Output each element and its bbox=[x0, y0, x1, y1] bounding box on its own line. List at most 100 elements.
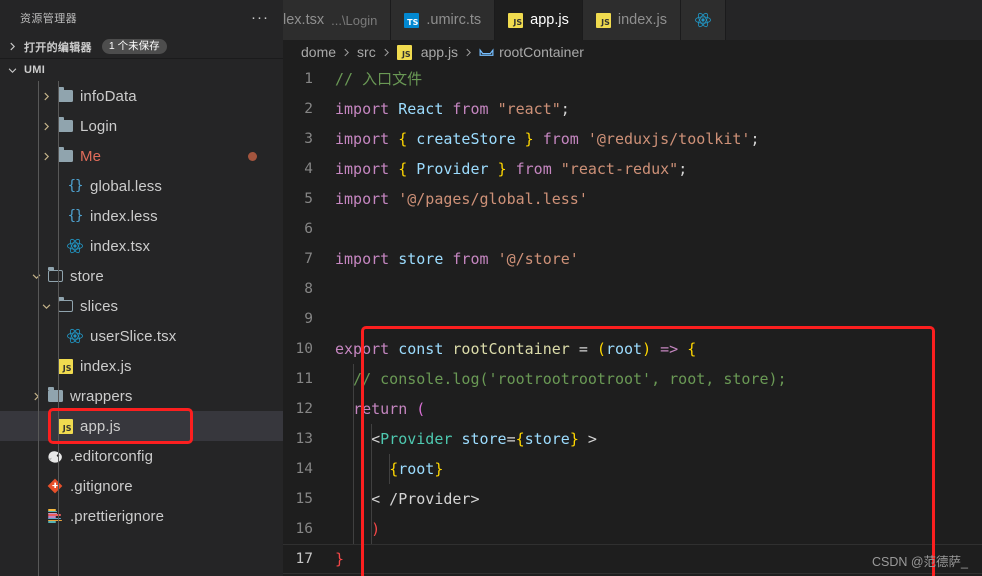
tree-item[interactable]: store bbox=[0, 261, 283, 291]
git-file-icon bbox=[44, 477, 66, 495]
indent-guide bbox=[389, 454, 390, 484]
code-line[interactable]: 5 import '@/pages/global.less' bbox=[283, 184, 982, 214]
tree-item[interactable]: Me bbox=[0, 141, 283, 171]
code-line[interactable]: 2 import React from "react"; bbox=[283, 94, 982, 124]
tree-item-label: slices bbox=[80, 298, 118, 315]
breadcrumb-label: app.js bbox=[421, 44, 458, 60]
code-line[interactable]: 15 < /Provider> bbox=[283, 484, 982, 514]
code-token: rootContainer bbox=[452, 340, 569, 358]
code-line[interactable]: 11 // console.log('rootrootrootroot', ro… bbox=[283, 364, 982, 394]
react-file-icon bbox=[64, 237, 86, 255]
code-line[interactable]: 16 ) bbox=[283, 514, 982, 544]
editor-tab[interactable]: TS .umirc.ts bbox=[391, 0, 495, 40]
code-token bbox=[489, 160, 498, 178]
code-token bbox=[407, 130, 416, 148]
code-token: import bbox=[335, 250, 398, 268]
code-text: return ( bbox=[335, 394, 425, 424]
chevron-right-icon[interactable] bbox=[28, 388, 44, 404]
file-tree[interactable]: infoData Login Me {} global.less {} index.less… bbox=[0, 81, 283, 576]
code-token: } bbox=[498, 160, 507, 178]
typescript-file-icon: TS bbox=[404, 13, 419, 28]
tree-item[interactable]: .prettierignore bbox=[0, 501, 283, 531]
code-editor[interactable]: 1 // 入口文件 2 import React from "react"; 3 impo… bbox=[283, 64, 982, 576]
code-token: "react-redux" bbox=[561, 160, 678, 178]
folder-icon bbox=[44, 387, 66, 405]
editor-tab-bar[interactable]: lex.tsx ...\Login TS .umirc.ts JS app.js JS ind… bbox=[283, 0, 982, 40]
editor-tab[interactable] bbox=[681, 0, 726, 40]
indent-guide bbox=[38, 81, 39, 576]
editor-tab[interactable]: lex.tsx ...\Login bbox=[283, 0, 391, 40]
code-line[interactable]: 13 <Provider store={store} > bbox=[283, 424, 982, 454]
sidebar-title: 资源管理器 bbox=[20, 10, 247, 26]
breadcrumb-item[interactable]: JS app.js bbox=[397, 44, 458, 60]
code-line[interactable]: 4 import { Provider } from "react-redux"; bbox=[283, 154, 982, 184]
breadcrumb[interactable]: dome src JS app.js rootContainer bbox=[283, 40, 982, 64]
code-text: import { createStore } from '@reduxjs/to… bbox=[335, 124, 759, 154]
breadcrumb-item[interactable]: src bbox=[357, 44, 376, 60]
code-line[interactable]: 7 import store from '@/store' bbox=[283, 244, 982, 274]
tree-item[interactable]: {} index.less bbox=[0, 201, 283, 231]
chevron-down-icon[interactable] bbox=[38, 298, 54, 314]
code-line[interactable]: 1 // 入口文件 bbox=[283, 64, 982, 94]
tab-label: lex.tsx bbox=[283, 12, 324, 28]
open-editors-label: 打开的编辑器 bbox=[24, 39, 92, 55]
code-token: const bbox=[398, 340, 443, 358]
code-token: { bbox=[398, 130, 407, 148]
sidebar-more-actions-icon[interactable]: ··· bbox=[247, 13, 273, 23]
line-number: 12 bbox=[283, 394, 335, 424]
code-token: ( bbox=[416, 400, 425, 418]
tree-item-label: app.js bbox=[80, 418, 121, 435]
tab-label: .umirc.ts bbox=[426, 12, 481, 28]
sidebar-section-umi[interactable]: UMI bbox=[0, 58, 283, 81]
chevron-right-icon[interactable] bbox=[38, 118, 54, 134]
tree-item[interactable]: JS index.js bbox=[0, 351, 283, 381]
tab-path: ...\Login bbox=[331, 13, 377, 28]
chevron-right-icon[interactable] bbox=[38, 148, 54, 164]
code-line[interactable]: 8 bbox=[283, 274, 982, 304]
code-token: } bbox=[335, 550, 344, 568]
tree-item[interactable]: infoData bbox=[0, 81, 283, 111]
tree-item[interactable]: .editorconfig bbox=[0, 441, 283, 471]
sidebar-section-open-editors[interactable]: 打开的编辑器 1 个未保存 bbox=[0, 35, 283, 58]
tree-item[interactable]: JS app.js bbox=[0, 411, 283, 441]
chevron-right-icon[interactable] bbox=[38, 88, 54, 104]
code-token: store bbox=[461, 430, 506, 448]
code-text: < /Provider> bbox=[335, 484, 480, 514]
twisty-spacer bbox=[48, 238, 64, 254]
javascript-file-icon: JS bbox=[508, 13, 523, 28]
code-token bbox=[389, 340, 398, 358]
tree-item[interactable]: .gitignore bbox=[0, 471, 283, 501]
breadcrumb-item[interactable]: dome bbox=[301, 44, 336, 60]
breadcrumb-item[interactable]: rootContainer bbox=[479, 44, 584, 60]
code-line[interactable]: 14 {root} bbox=[283, 454, 982, 484]
tree-item[interactable]: userSlice.tsx bbox=[0, 321, 283, 351]
tree-item[interactable]: Login bbox=[0, 111, 283, 141]
code-token: from bbox=[452, 100, 488, 118]
code-token: from bbox=[452, 250, 488, 268]
watermark: CSDN @范德萨_ bbox=[872, 551, 968, 570]
code-token bbox=[407, 400, 416, 418]
code-token: { bbox=[687, 340, 696, 358]
indent-guide bbox=[353, 364, 354, 544]
twisty-spacer bbox=[38, 418, 54, 434]
code-token bbox=[407, 160, 416, 178]
code-line[interactable]: 9 bbox=[283, 304, 982, 334]
tree-item[interactable]: wrappers bbox=[0, 381, 283, 411]
editor-tab[interactable]: JS index.js bbox=[583, 0, 681, 40]
chevron-right-icon bbox=[463, 47, 474, 58]
code-line[interactable]: 6 bbox=[283, 214, 982, 244]
tree-item-label: wrappers bbox=[70, 388, 133, 405]
code-line[interactable]: 12 return ( bbox=[283, 394, 982, 424]
tree-item-label: userSlice.tsx bbox=[90, 328, 176, 345]
chevron-down-icon[interactable] bbox=[28, 268, 44, 284]
code-token: React bbox=[398, 100, 443, 118]
indent-guide bbox=[58, 81, 59, 576]
tree-item-label: index.tsx bbox=[90, 238, 150, 255]
tree-item[interactable]: slices bbox=[0, 291, 283, 321]
editor-tab[interactable]: JS app.js bbox=[495, 0, 583, 40]
code-line[interactable]: 3 import { createStore } from '@reduxjs/t… bbox=[283, 124, 982, 154]
code-line[interactable]: 10 export const rootContainer = (root) =>… bbox=[283, 334, 982, 364]
tree-item[interactable]: {} global.less bbox=[0, 171, 283, 201]
tree-item[interactable]: index.tsx bbox=[0, 231, 283, 261]
line-number: 15 bbox=[283, 484, 335, 514]
